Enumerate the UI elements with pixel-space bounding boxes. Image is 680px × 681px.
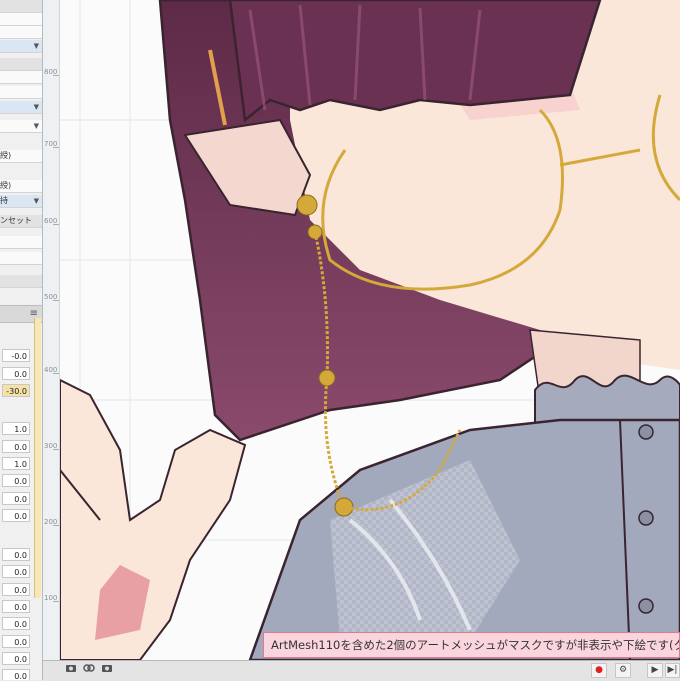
param-value[interactable]: -0.0 [2,349,30,362]
chevron-down-icon: ▼ [33,197,39,205]
mask-warning-banner[interactable]: ArtMesh110を含めた2個のアートメッシュがマスクですが非表示や下絵です(… [263,632,680,658]
record-icon[interactable]: ● [591,663,607,678]
param-value[interactable]: 1.0 [2,457,30,470]
step-icon[interactable]: ▶| [665,663,680,678]
panel-header [0,58,42,71]
panel-row-label: 綬) [0,181,12,190]
ruler-tick-mark [53,601,59,602]
warning-text: ArtMesh110を含めた2個のアートメッシュがマスクですが非表示や下絵です(… [271,638,680,652]
param-value[interactable]: 0.0 [2,474,30,487]
character-artwork [59,0,680,660]
panel-field[interactable] [0,71,42,84]
panel-dropdown[interactable]: 持 ▼ [0,195,42,208]
ruler-tick-mark [53,75,59,76]
play-icon[interactable]: ▶ [647,663,663,678]
panel-row: 綬) [0,150,42,163]
ruler-tick-mark [53,224,59,225]
chevron-down-icon: ▼ [33,42,39,50]
panel-row: 綬) [0,180,42,193]
camera-icon[interactable] [63,663,79,678]
model-canvas[interactable] [43,0,680,660]
ruler-tick-mark [53,373,59,374]
ruler-tick-mark [53,147,59,148]
gear-icon[interactable]: ⚙ [615,663,631,678]
panel-row-label: ンセット [0,216,32,225]
panel-field[interactable] [0,236,42,249]
inspector-panel: ▼ ▼ ▼ 綬) 綬) 持 ▼ ンセット ≡ -0.0 0.0 -30.0 1.0… [0,0,43,680]
panel-field[interactable] [0,252,42,265]
chevron-down-icon: ▼ [33,122,39,130]
param-value[interactable]: 0.0 [2,565,30,578]
parameter-slider-track[interactable] [34,318,41,598]
vertical-ruler: 800 700 600 500 400 300 200 100 [43,0,60,660]
param-value[interactable]: 0.0 [2,635,30,648]
panel-header [0,0,42,13]
panel-field[interactable] [0,86,42,99]
param-value[interactable]: 0.0 [2,652,30,665]
param-value[interactable]: 1.0 [2,422,30,435]
param-value[interactable]: -30.0 [2,384,30,397]
param-value[interactable]: 0.0 [2,548,30,561]
camera-icon[interactable] [99,663,115,678]
param-value[interactable]: 0.0 [2,669,30,680]
panel-row: ンセット [0,215,42,228]
panel-dropdown[interactable]: ▼ [0,40,42,53]
panel-row-label: 持 [0,196,8,205]
param-value[interactable]: 0.0 [2,509,30,522]
param-value[interactable]: 0.0 [2,600,30,613]
ruler-tick-mark [53,449,59,450]
panel-dropdown[interactable]: ▼ [0,101,42,114]
chevron-down-icon: ▼ [33,103,39,111]
copy-icon[interactable] [81,663,97,678]
ruler-tick-mark [53,300,59,301]
param-value[interactable]: 0.0 [2,492,30,505]
panel-field[interactable] [0,13,42,26]
panel-field[interactable]: ▼ [0,120,42,133]
panel-row [0,275,42,288]
param-value[interactable]: 0.0 [2,367,30,380]
ruler-tick-mark [53,525,59,526]
param-value[interactable]: 0.0 [2,583,30,596]
panel-field[interactable] [0,26,42,39]
param-value[interactable]: 0.0 [2,440,30,453]
canvas-toolbar: ● ⚙ ▶ ▶| [43,660,680,681]
param-value[interactable]: 0.0 [2,617,30,630]
panel-row-label: 綬) [0,151,12,160]
